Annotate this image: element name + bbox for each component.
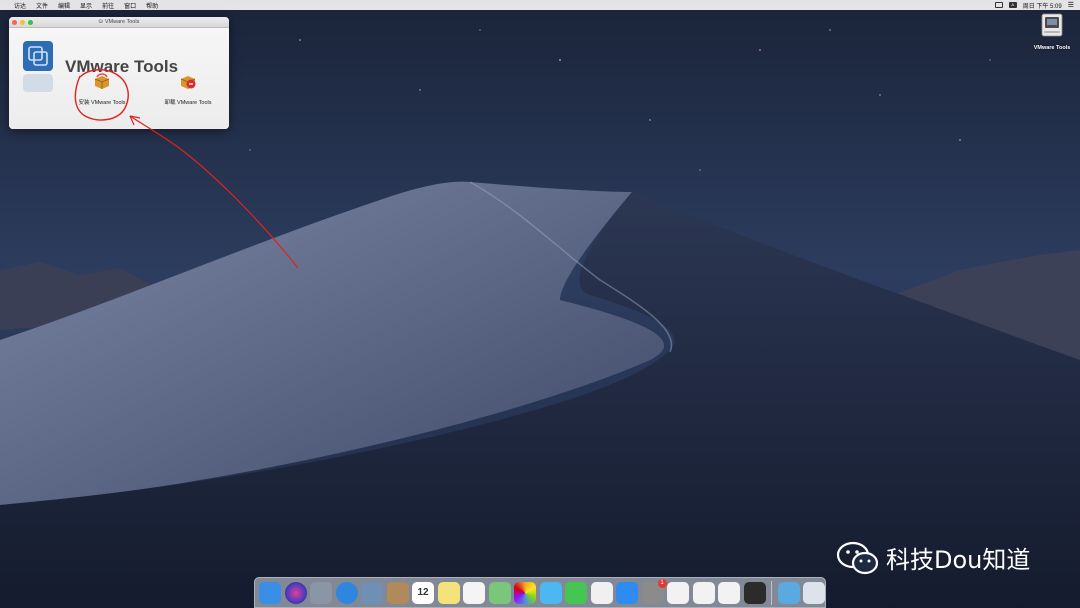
window-content: VMware Tools 安装 VMware Tools 卸载 VMware T… [9,28,229,129]
reminders-icon[interactable] [463,581,485,604]
trash-icon[interactable] [803,581,825,604]
watermark: 科技Dou知道 [836,540,1030,575]
wechat-icon [836,541,879,574]
display-icon[interactable] [994,2,1003,8]
messages-icon[interactable] [539,581,562,604]
menu-file[interactable]: 文件 [36,1,48,10]
siri-icon[interactable] [284,581,307,604]
terminal-icon[interactable] [743,581,766,604]
menu-bar: 访达 文件 编辑 显示 前往 窗口 帮助 A 周日 下午 5:09 ☰ [0,0,1080,10]
window-titlebar[interactable]: ⛁ VMware Tools [9,17,229,28]
photos-icon[interactable] [514,581,536,604]
menu-help[interactable]: 帮助 [146,1,158,10]
facetime-icon[interactable] [565,581,587,604]
menu-view[interactable]: 显示 [80,1,92,10]
dock: 12 1 [254,577,826,608]
disk-title-icon: ⛁ [98,19,103,25]
maps-icon[interactable] [488,581,511,604]
vmware-tools-window: ⛁ VMware Tools VMware Tools 安装 VMware Too… [9,17,229,129]
input-a-icon[interactable]: A [1008,2,1017,8]
contacts-icon[interactable] [386,581,409,604]
install-package-icon [94,73,110,89]
uninstall-label: 卸载 VMware Tools [164,100,212,106]
menu-finder[interactable]: 访达 [14,1,26,10]
launchpad-icon[interactable] [310,581,332,604]
downloads-folder-icon[interactable] [777,581,800,604]
mail-photo-icon[interactable] [361,581,383,604]
dock-separator [771,580,772,605]
qq-icon[interactable] [667,581,689,604]
safari-icon[interactable] [335,581,358,604]
menu-window[interactable]: 窗口 [124,1,136,10]
itunes-icon[interactable] [590,581,613,604]
system-preferences-icon[interactable]: 1 [641,578,667,604]
wechat-app-icon[interactable] [692,581,715,604]
baidu-netdisk-icon[interactable] [718,581,740,604]
desktop-drive[interactable]: VMware Tools [1030,13,1074,51]
watermark-text: 科技Dou知道 [886,546,1031,574]
clock[interactable]: 周日 下午 5:09 [1023,1,1062,10]
menu-go[interactable]: 前往 [102,1,114,10]
list-icon[interactable]: ☰ [1068,1,1074,9]
window-title: ⛁ VMware Tools [98,19,140,25]
install-vmware-tools[interactable]: 安装 VMware Tools [72,71,132,106]
vmware-logo-icon [23,41,53,71]
calendar-date: 12 [417,587,429,598]
notification-badge: 1 [657,578,667,588]
finder-icon[interactable] [259,581,281,604]
install-label: 安装 VMware Tools [78,100,126,106]
vmware-logo-reflection [23,74,53,92]
calendar-icon[interactable]: 12 [412,581,434,604]
drive-label: VMware Tools [1033,45,1071,51]
menu-edit[interactable]: 编辑 [58,1,70,10]
disk-drive-icon [1041,13,1063,37]
app-store-icon[interactable] [616,581,638,604]
notes-icon[interactable] [437,581,460,604]
status-area: A 周日 下午 5:09 ☰ [994,1,1074,10]
uninstall-vmware-tools[interactable]: 卸载 VMware Tools [158,71,218,106]
uninstall-package-icon [180,76,196,89]
